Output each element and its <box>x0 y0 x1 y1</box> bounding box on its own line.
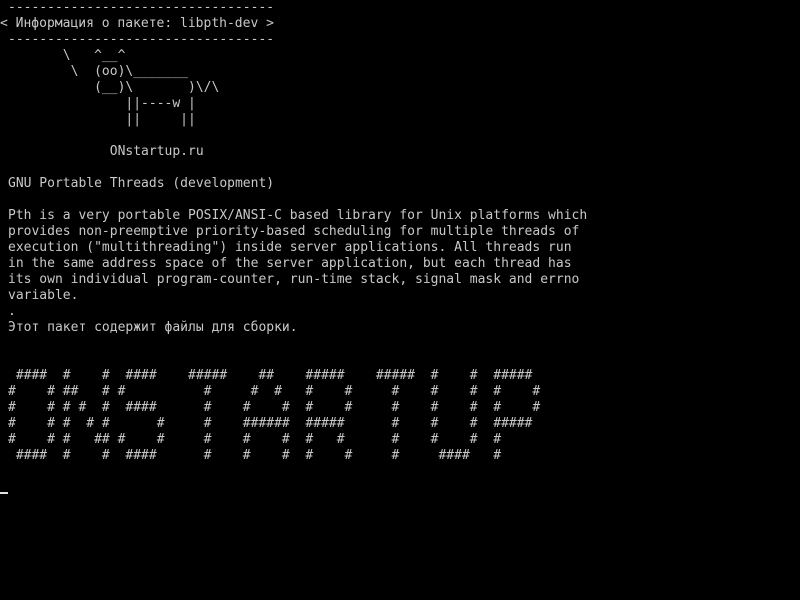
site-label: ONstartup.ru <box>8 144 204 159</box>
cow-ascii-line-4: ||----w | <box>8 96 196 111</box>
package-note: Этот пакет содержит файлы для сборки. <box>8 320 298 335</box>
cow-ascii-line-1: \ ^__^ <box>8 48 126 63</box>
banner-line: # # # ## # # # # # # # # # # # <box>8 432 502 447</box>
package-description-line: Pth is a very portable POSIX/ANSI-C base… <box>8 208 588 223</box>
text-cursor <box>0 492 8 494</box>
speech-bubble-bottom-border: ---------------------------------- <box>8 32 275 47</box>
terminal-screen[interactable]: ---------------------------------- < Инф… <box>0 0 800 600</box>
banner-line: # # # # # #### # # # # # # # # # # <box>8 400 541 415</box>
cow-ascii-line-2: \ (oo)\_______ <box>8 64 189 79</box>
package-description-line: its own individual program-counter, run-… <box>8 272 580 287</box>
package-description-line: execution ("multithreading") inside serv… <box>8 240 572 255</box>
banner-line: # # ## # # # # # # # # # # # # <box>8 384 541 399</box>
package-summary: GNU Portable Threads (development) <box>8 176 275 191</box>
cow-ascii-line-5: || || <box>8 112 196 127</box>
banner-line: # # # # # # # ###### ##### # # # ##### <box>8 416 533 431</box>
banner-line: #### # # #### # # # # # # #### # <box>8 448 502 463</box>
cow-ascii-line-3: (__)\ )\/\ <box>8 80 220 95</box>
package-description-line: . <box>8 304 16 319</box>
package-description-line: provides non-preemptive priority-based s… <box>8 224 580 239</box>
blank-lines <box>8 336 800 368</box>
banner-line: #### # # #### ##### ## ##### ##### # # #… <box>8 368 533 383</box>
package-description-line: in the same address space of the server … <box>8 256 572 271</box>
speech-bubble-top-border: ---------------------------------- <box>8 0 275 15</box>
speech-bubble-text: < Информация о пакете: libpth-dev > <box>0 16 274 31</box>
package-description-line: variable. <box>8 288 79 303</box>
